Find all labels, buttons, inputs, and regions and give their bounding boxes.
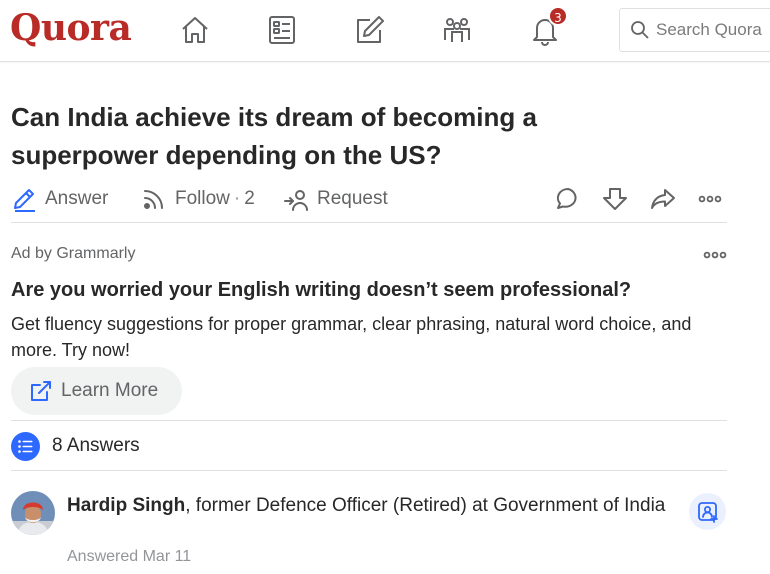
- share-icon[interactable]: [646, 182, 680, 216]
- follow-user-icon: [697, 501, 718, 523]
- bell-icon[interactable]: 3: [528, 6, 568, 48]
- divider: [11, 470, 727, 471]
- ad-body: Get fluency suggestions for proper gramm…: [11, 314, 692, 360]
- spaces-icon[interactable]: [440, 12, 474, 48]
- learn-more-button[interactable]: Learn More: [11, 367, 182, 415]
- external-link-icon: [31, 381, 51, 401]
- answers-header: 8 Answers: [11, 430, 140, 462]
- author-credential: , former Defence Officer (Retired) at Go…: [185, 495, 666, 516]
- more-icon[interactable]: [693, 182, 727, 216]
- question-title[interactable]: Can India achieve its dream of becoming …: [11, 98, 631, 174]
- list-icon: [11, 431, 40, 461]
- downvote-icon[interactable]: [598, 182, 632, 216]
- answer-label: Answer: [45, 188, 109, 209]
- learn-more-label: Learn More: [61, 380, 159, 401]
- question-action-bar: Answer Follow · 2 Request: [11, 182, 727, 222]
- write-icon[interactable]: [353, 12, 387, 48]
- ad-label: Ad by Grammarly: [11, 245, 136, 262]
- avatar[interactable]: [11, 491, 55, 535]
- answers-count: 8 Answers: [52, 435, 140, 456]
- ad-title[interactable]: Are you worried your English writing doe…: [11, 279, 727, 302]
- follow-label: Follow: [175, 188, 230, 209]
- divider: [11, 420, 727, 421]
- follow-count: 2: [244, 188, 255, 209]
- request-icon: [284, 190, 308, 211]
- answer-button[interactable]: Answer: [11, 182, 108, 216]
- author-name[interactable]: Hardip Singh: [67, 495, 185, 516]
- follow-author-button[interactable]: [689, 493, 726, 530]
- pencil-icon: [14, 189, 35, 212]
- home-icon[interactable]: [178, 12, 212, 48]
- ad-more-icon[interactable]: [698, 243, 732, 267]
- search-input[interactable]: [656, 20, 770, 40]
- comment-icon[interactable]: [551, 182, 585, 216]
- divider: [11, 222, 727, 223]
- search-icon: [631, 21, 649, 39]
- request-button[interactable]: Request: [283, 182, 388, 216]
- request-label: Request: [317, 188, 388, 209]
- author-credential-line: Hardip Singh, former Defence Officer (Re…: [67, 492, 677, 519]
- following-icon[interactable]: [265, 12, 299, 48]
- follow-separator: ·: [233, 188, 241, 209]
- answered-date[interactable]: Answered Mar 11: [67, 548, 191, 566]
- search-box[interactable]: [619, 8, 770, 52]
- quora-logo[interactable]: Quora: [10, 7, 132, 49]
- follow-button[interactable]: Follow · 2: [141, 182, 255, 216]
- notification-badge: 3: [548, 6, 568, 26]
- follow-icon: [144, 190, 163, 209]
- top-navigation-bar: Quora 3 Search Quora: [0, 0, 770, 62]
